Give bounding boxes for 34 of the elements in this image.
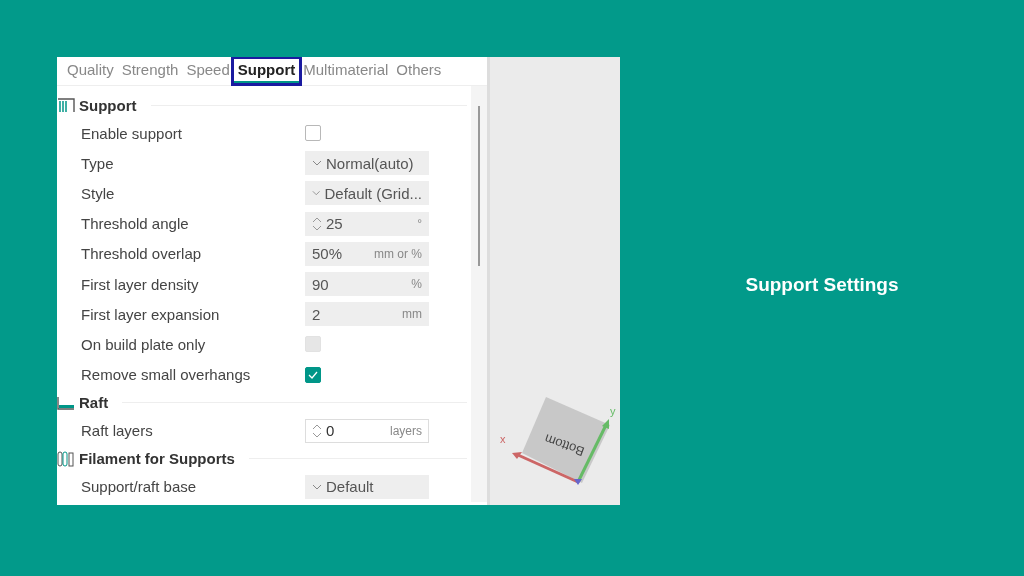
support-pillars-icon (57, 97, 75, 113)
filament-spools-icon (57, 450, 75, 467)
section-title: Filament for Supports (79, 450, 235, 468)
checkbox[interactable] (305, 366, 321, 383)
raft-icon (57, 394, 75, 411)
section-title: Support (79, 96, 137, 114)
setting-label: Support/raft base (81, 478, 198, 496)
setting-label: Threshold angle (81, 215, 190, 233)
spin-arrows-icon (312, 422, 322, 439)
tab[interactable]: Multimaterial (299, 59, 393, 85)
setting-label: First layer density (81, 275, 200, 293)
setting-label: Remove small overhangs (81, 366, 252, 384)
chevron-down-icon (312, 190, 321, 197)
tab[interactable]: Support (233, 59, 300, 83)
setting-label: First layer expansion (81, 305, 221, 323)
spin-field[interactable]: 0 layers (305, 418, 429, 443)
checkbox[interactable] (305, 125, 321, 142)
setting-label: Threshold overlap (81, 245, 203, 263)
setting-label: Type (81, 154, 115, 172)
setting-label: On build plate only (81, 335, 207, 353)
chevron-down-icon (312, 483, 322, 490)
section-title: Raft (79, 394, 109, 412)
chevron-down-icon (312, 160, 322, 167)
tab[interactable]: Others (392, 59, 446, 85)
setting-label: Style (81, 184, 116, 202)
tab[interactable]: Speed (182, 59, 234, 85)
spin-arrows-icon (312, 215, 322, 232)
setting-label: Raft layers (81, 422, 154, 440)
setting-label: Enable support (81, 124, 183, 142)
tab[interactable]: Strength (117, 59, 183, 85)
check-icon (308, 370, 318, 379)
tab[interactable]: Quality (63, 59, 118, 85)
scrollbar[interactable] (471, 86, 487, 503)
caption: Support Settings (745, 274, 899, 296)
